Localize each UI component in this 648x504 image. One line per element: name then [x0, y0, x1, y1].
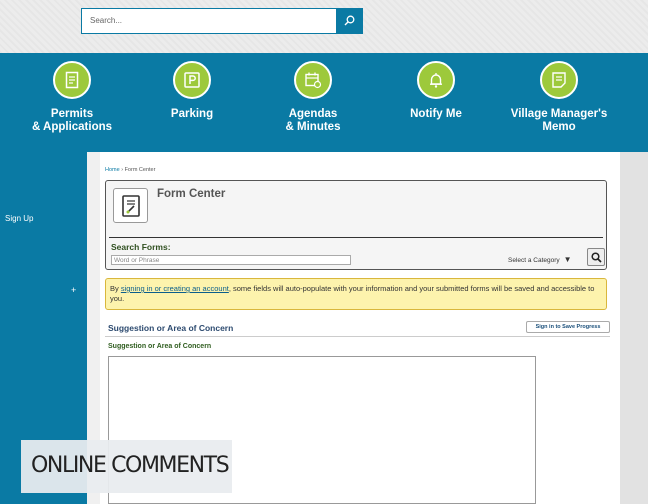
notice-prefix: By — [110, 284, 121, 293]
page-title: Form Center — [157, 188, 226, 200]
search-forms-button[interactable] — [587, 248, 605, 266]
main-navigation: Permits & Applications Parking Agendas & M… — [0, 53, 648, 152]
parking-icon — [184, 72, 200, 88]
nav-village-managers-memo[interactable]: Village Manager's Memo — [499, 61, 619, 134]
document-icon — [65, 71, 79, 89]
nav-label: & Applications — [31, 121, 113, 133]
bell-icon — [430, 73, 442, 88]
nav-label: Permits — [50, 108, 94, 120]
search-icon — [591, 252, 602, 263]
top-search-bar: Search... — [0, 0, 648, 53]
category-select[interactable]: Select a Category ▼ — [508, 255, 572, 264]
form-center-panel: Form Center Search Forms: Word or Phrase… — [105, 180, 607, 270]
suggestion-field-label: Suggestion or Area of Concern — [108, 343, 212, 350]
right-gutter — [620, 152, 648, 504]
sidebar-expand-toggle[interactable]: + — [71, 285, 76, 295]
nav-permits-applications[interactable]: Permits & Applications — [12, 61, 132, 134]
search-forms-label: Search Forms: — [111, 242, 171, 252]
memo-icon — [552, 72, 566, 88]
save-progress-button[interactable]: Sign in to Save Progress — [526, 321, 610, 333]
signin-notice: By signing in or creating an account, so… — [105, 278, 607, 310]
nav-notify-me[interactable]: Notify Me — [376, 61, 496, 121]
nav-label: Parking — [170, 108, 214, 120]
nav-label: Village Manager's — [510, 108, 608, 120]
nav-agendas-minutes[interactable]: Agendas & Minutes — [253, 61, 373, 134]
caption-overlay: ONLINE COMMENTS — [21, 440, 232, 493]
nav-label: Notify Me — [410, 108, 462, 120]
nav-label: Memo — [542, 121, 576, 133]
breadcrumb-home-link[interactable]: Home — [105, 167, 120, 173]
site-search-input[interactable]: Search... — [81, 8, 337, 34]
nav-label: & Minutes — [285, 121, 341, 133]
category-select-label: Select a Category — [508, 257, 560, 264]
search-icon — [344, 15, 355, 26]
site-search-button[interactable] — [336, 8, 363, 34]
form-section-title: Suggestion or Area of Concern — [108, 323, 234, 333]
search-forms-input[interactable]: Word or Phrase — [111, 255, 351, 265]
panel-divider — [109, 237, 603, 238]
caption-text: ONLINE COMMENTS — [31, 453, 230, 478]
form-pen-icon — [122, 195, 140, 217]
section-divider — [105, 336, 610, 337]
breadcrumb: Home › Form Center — [105, 167, 155, 173]
breadcrumb-current: Form Center — [124, 167, 156, 173]
nav-label: Agendas — [288, 108, 338, 120]
calendar-icon — [305, 72, 322, 89]
form-center-icon-box — [113, 188, 148, 223]
sidebar-signup-link[interactable]: Sign Up — [5, 214, 33, 223]
chevron-down-icon: ▼ — [563, 255, 572, 264]
nav-parking[interactable]: Parking — [132, 61, 252, 121]
signin-link[interactable]: signing in or creating an account — [121, 284, 229, 293]
